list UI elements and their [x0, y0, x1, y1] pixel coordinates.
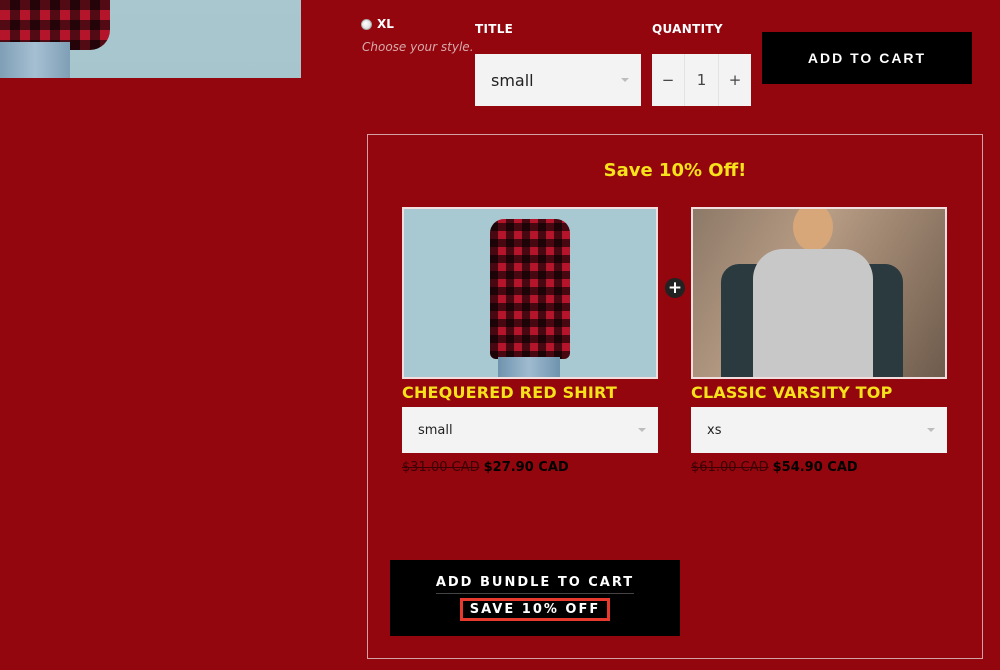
product-hero-image — [0, 0, 301, 78]
product-name[interactable]: CLASSIC VARSITY TOP — [691, 383, 947, 402]
old-price: $61.00 CAD — [691, 460, 769, 475]
bundle-title: Save 10% Off! — [603, 160, 747, 181]
quantity-label: QUANTITY — [652, 22, 723, 36]
old-price: $31.00 CAD — [402, 460, 480, 475]
product-option-value: small — [418, 422, 453, 438]
quantity-decrease-button[interactable]: − — [652, 54, 684, 106]
bundle-product: CLASSIC VARSITY TOP xs $61.00 CAD $54.90 … — [691, 207, 947, 475]
product-image-varsity-top[interactable] — [691, 207, 947, 379]
product-image-chequered-shirt[interactable] — [402, 207, 658, 379]
title-select-value: small — [491, 70, 534, 90]
chevron-down-icon — [927, 428, 935, 432]
product-name[interactable]: CHEQUERED RED SHIRT — [402, 383, 658, 402]
product-option-value: xs — [707, 422, 722, 438]
quantity-stepper[interactable]: − 1 + — [652, 54, 751, 106]
bundle-savings-label: SAVE 10% OFF — [459, 598, 611, 621]
shirt-graphic — [490, 219, 570, 359]
quantity-increase-button[interactable]: + — [719, 54, 751, 106]
model-head-graphic — [793, 209, 833, 251]
quantity-input[interactable]: 1 — [684, 54, 719, 106]
title-select[interactable]: small — [475, 54, 641, 106]
bundle-product: CHEQUERED RED SHIRT small $31.00 CAD $27.… — [402, 207, 658, 475]
chevron-down-icon — [638, 428, 646, 432]
add-bundle-to-cart-button[interactable]: ADD BUNDLE TO CART SAVE 10% OFF — [390, 560, 680, 636]
plus-icon: + — [665, 278, 685, 298]
chevron-down-icon — [621, 78, 629, 82]
product-price: $61.00 CAD $54.90 CAD — [691, 460, 947, 475]
variant-option-label: XL — [377, 17, 394, 31]
variant-option-xl[interactable]: XL — [361, 17, 394, 31]
product-option-select[interactable]: small — [402, 407, 658, 453]
bundle-button-label: ADD BUNDLE TO CART — [435, 575, 635, 594]
add-to-cart-button[interactable]: ADD TO CART — [762, 32, 972, 84]
jeans-graphic — [498, 357, 560, 377]
product-option-select[interactable]: xs — [691, 407, 947, 453]
bundle-box: Save 10% Off! CHEQUERED RED SHIRT small … — [367, 134, 983, 659]
title-label: TITLE — [475, 22, 514, 36]
jeans-graphic — [0, 42, 70, 78]
radio-icon[interactable] — [361, 18, 372, 30]
style-hint: Choose your style. — [362, 40, 474, 54]
sale-price: $54.90 CAD — [772, 460, 858, 475]
jacket-body-graphic — [753, 249, 873, 377]
sale-price: $27.90 CAD — [483, 460, 569, 475]
product-price: $31.00 CAD $27.90 CAD — [402, 460, 658, 475]
